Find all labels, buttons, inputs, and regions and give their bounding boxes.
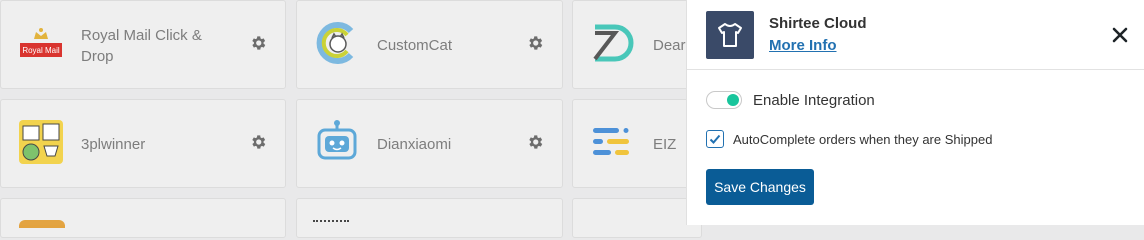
panel-header: Shirtee Cloud More Info: [687, 0, 1144, 70]
more-info-link[interactable]: More Info: [769, 37, 837, 54]
modal-backdrop[interactable]: [0, 0, 686, 225]
autocomplete-label: AutoComplete orders when they are Shippe…: [733, 132, 993, 147]
close-icon[interactable]: [1111, 26, 1129, 44]
panel-title: Shirtee Cloud: [769, 15, 867, 32]
shirt-icon: [706, 11, 754, 59]
integration-settings-panel: Shirtee Cloud More Info Enable Integrati…: [686, 0, 1144, 225]
toggle-knob: [727, 94, 739, 106]
enable-integration-toggle[interactable]: [706, 91, 742, 109]
save-changes-button[interactable]: Save Changes: [706, 169, 814, 205]
integrations-grid: Royal Mail Royal Mail Click & Drop Custo…: [0, 0, 702, 238]
checkmark-icon: [709, 134, 721, 144]
autocomplete-checkbox[interactable]: [706, 130, 724, 148]
enable-integration-label: Enable Integration: [753, 92, 875, 109]
